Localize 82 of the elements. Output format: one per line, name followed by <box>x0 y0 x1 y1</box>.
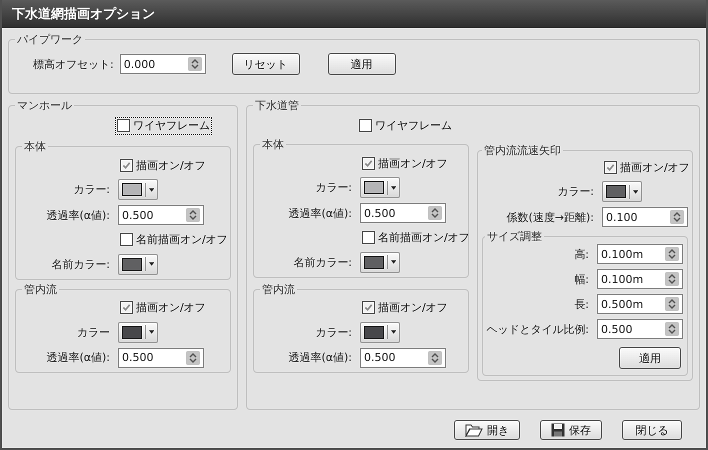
spin-field[interactable]: 0.500 <box>360 348 446 368</box>
spin-field[interactable]: 0.000 <box>120 54 206 74</box>
checkmark-icon <box>364 303 373 312</box>
field-label: 長: <box>573 296 589 312</box>
spinner-icon <box>665 297 679 311</box>
push-button[interactable]: 適用 <box>328 53 396 75</box>
checkbox[interactable]: ワイヤフレーム <box>115 116 212 135</box>
group-title: 管内流 <box>261 282 296 296</box>
apply-button[interactable]: 適用 <box>619 347 681 369</box>
color-picker-button[interactable] <box>118 254 158 274</box>
field-label: 透過率(α値): <box>45 350 110 365</box>
spinner-icon <box>188 57 202 71</box>
push-button[interactable]: 保存 <box>540 420 602 440</box>
checkmark-icon <box>122 160 131 170</box>
field-label: 透過率(α値): <box>287 206 352 220</box>
field-label: 透過率(α値): <box>287 350 352 365</box>
spinner-icon <box>186 208 200 222</box>
field-label: 係数(速度→距離): <box>505 210 594 224</box>
spin-field[interactable]: 0.500 <box>360 203 446 223</box>
caret-icon <box>148 262 154 266</box>
group-title: 管内流流速矢印 <box>483 143 562 158</box>
spinner-icon <box>670 210 684 224</box>
folder-icon <box>465 423 483 437</box>
spin-field[interactable]: 0.100m <box>597 269 683 289</box>
field-label: 幅: <box>573 272 589 286</box>
window-title: 下水道網描画オプション <box>12 6 155 23</box>
field-label: カラー: <box>314 324 352 340</box>
checkbox[interactable]: 名前描画オン/オフ <box>118 230 230 248</box>
caret-icon <box>148 330 154 334</box>
push-button[interactable]: 閉じる <box>622 420 682 440</box>
checkbox[interactable]: 描画オン/オフ <box>118 156 208 174</box>
color-picker-button[interactable] <box>360 177 400 198</box>
group-title: 管内流 <box>23 282 58 296</box>
spinner-icon <box>665 272 679 286</box>
group-title: 本体 <box>261 137 285 152</box>
color-picker-button[interactable] <box>360 252 400 272</box>
spinner-icon <box>665 322 679 336</box>
push-button[interactable]: リセット <box>232 53 300 75</box>
group-title: マンホール <box>16 98 73 113</box>
spinner-icon <box>428 350 442 364</box>
group-title: サイズ調整 <box>486 229 543 244</box>
caret-icon <box>148 188 154 192</box>
caret-icon <box>390 330 396 334</box>
field-label: カラー: <box>556 184 594 199</box>
caret-icon <box>632 190 638 194</box>
checkmark-icon <box>122 303 131 312</box>
field-label: 高: <box>573 246 589 262</box>
spin-field[interactable]: 0.500 <box>118 205 204 225</box>
field-label: 標高オフセット: <box>33 56 114 72</box>
checkbox[interactable]: ワイヤフレーム <box>357 116 454 135</box>
caret-icon <box>390 260 396 264</box>
field-label: カラー: <box>72 182 110 197</box>
checkbox[interactable]: 名前描画オン/オフ <box>360 228 472 246</box>
field-label: カラー: <box>314 180 352 195</box>
color-picker-button[interactable] <box>118 179 158 200</box>
field-label: 名前カラー: <box>50 256 110 272</box>
group-title: 本体 <box>23 139 47 154</box>
spinner-icon <box>665 247 679 261</box>
checkbox[interactable]: 描画オン/オフ <box>360 154 450 172</box>
caret-icon <box>390 186 396 190</box>
field-label: カラー <box>76 324 110 340</box>
checkbox[interactable]: 描画オン/オフ <box>360 298 450 316</box>
field-label: 透過率(α値): <box>45 208 110 222</box>
group-title: パイプワーク <box>16 32 84 47</box>
color-picker-button[interactable] <box>360 322 400 342</box>
spin-field[interactable]: 0.500m <box>597 294 683 314</box>
field-label: ヘッドとタイル比例: <box>485 322 589 336</box>
spinner-icon <box>186 350 200 364</box>
color-picker-button[interactable] <box>602 181 642 202</box>
spin-field[interactable]: 0.500 <box>597 319 683 339</box>
color-picker-button[interactable] <box>118 322 158 342</box>
push-button[interactable]: 開き <box>454 420 520 440</box>
spin-field[interactable]: 0.100m <box>597 244 683 264</box>
spinner-icon <box>428 206 442 220</box>
spin-field[interactable]: 0.500 <box>118 348 204 368</box>
checkmark-icon <box>364 158 373 168</box>
checkmark-icon <box>606 162 615 172</box>
spin-field[interactable]: 0.100 <box>602 207 688 227</box>
checkbox[interactable]: 描画オン/オフ <box>118 298 208 316</box>
field-label: 名前カラー: <box>292 254 352 270</box>
checkbox[interactable]: 描画オン/オフ <box>602 158 692 176</box>
group-title: 下水道管 <box>254 98 300 113</box>
